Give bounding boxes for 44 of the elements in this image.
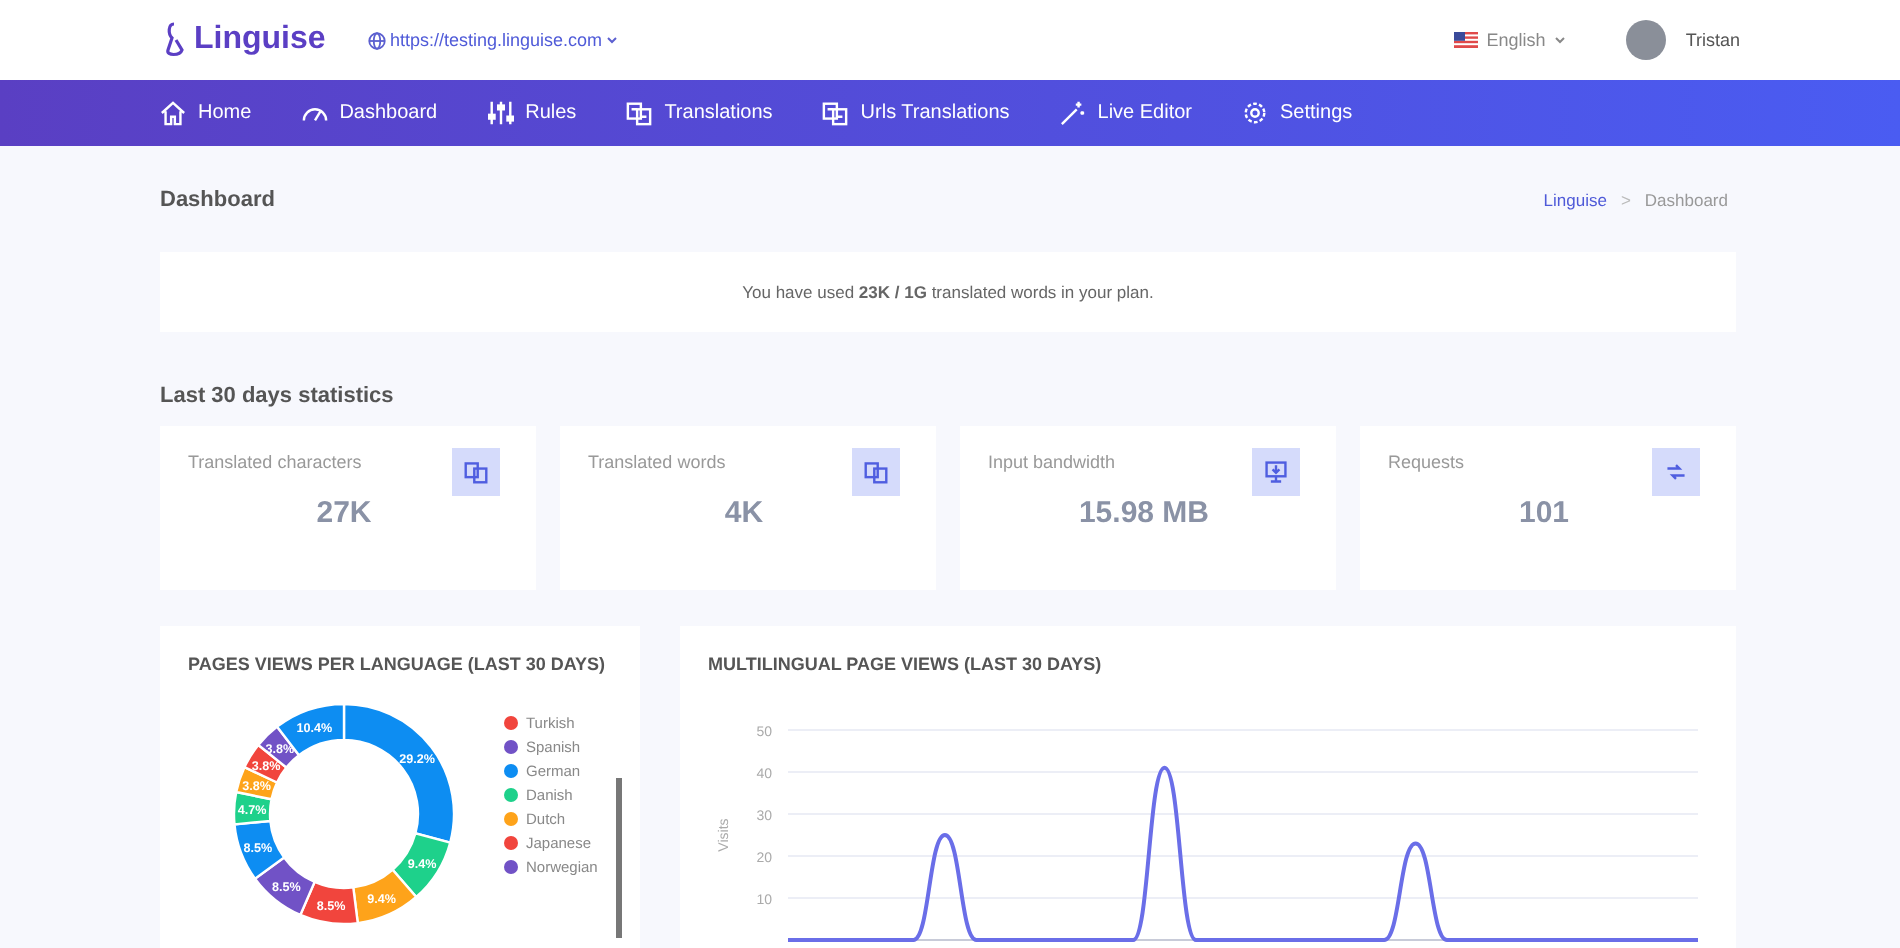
caret-icon	[1553, 36, 1566, 44]
translate-icon	[822, 100, 849, 126]
breadcrumb-link[interactable]: Linguise	[1543, 189, 1607, 209]
stat-label: Input bandwidth	[988, 452, 1116, 472]
chart-title: PAGES VIEWS PER LANGUAGE (LAST 30 DAYS)	[188, 654, 608, 674]
sliders-icon	[487, 100, 514, 126]
logo-icon	[164, 22, 186, 58]
nav-item[interactable]: Home	[160, 100, 252, 126]
caret-icon	[606, 36, 619, 44]
settings-icon	[1242, 100, 1269, 126]
user-name[interactable]: Tristan	[1685, 30, 1740, 50]
usage-notice: You have used 23K / 1G translated words in your plan.	[742, 282, 1154, 302]
flag-icon	[1454, 32, 1479, 48]
nav-item[interactable]: Translations	[626, 100, 773, 126]
site-url-dropdown[interactable]: https://testing.linguise.com	[368, 30, 619, 50]
stat-label: Translated words	[588, 452, 726, 472]
translate-icon	[452, 448, 500, 496]
stat-value: 27K	[314, 496, 374, 530]
nav-item[interactable]: Settings	[1242, 100, 1353, 126]
nav-item[interactable]: Live Editor	[1059, 100, 1193, 126]
monitor-download-icon	[1252, 448, 1300, 496]
language-dropdown[interactable]: English	[1454, 30, 1566, 50]
stat-value: 15.98 MB	[1076, 496, 1212, 530]
nav-item[interactable]: Urls Translations	[822, 100, 1010, 126]
chart-title: MULTILINGUAL PAGE VIEWS (LAST 30 DAYS)	[708, 654, 1104, 674]
stat-label: Translated characters	[188, 452, 362, 472]
stat-label: Requests	[1388, 452, 1465, 472]
home-icon	[160, 100, 186, 126]
stat-value: 101	[1516, 496, 1572, 530]
globe-icon	[368, 31, 386, 49]
section-title: Last 30 days statistics	[160, 384, 396, 408]
translate-icon	[626, 100, 653, 126]
page-title: Dashboard	[160, 187, 275, 211]
legend-scrollbar[interactable]	[616, 778, 622, 938]
wand-icon	[1059, 100, 1086, 126]
user-avatar[interactable]	[1625, 20, 1666, 60]
nav-item[interactable]: Dashboard	[301, 100, 438, 126]
nav-item[interactable]: Rules	[487, 100, 577, 126]
brand-logo[interactable]: Linguise	[194, 22, 326, 58]
translate-icon	[852, 448, 900, 496]
stat-value: 4K	[722, 496, 766, 530]
breadcrumb-separator: >	[1620, 189, 1631, 209]
exchange-icon	[1652, 448, 1700, 496]
breadcrumb-current: Dashboard	[1644, 189, 1728, 209]
